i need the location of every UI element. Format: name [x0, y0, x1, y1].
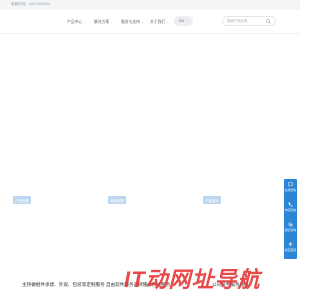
nav-item-label: 服务与支持: [121, 19, 140, 24]
nav-item-support[interactable]: 服务与支持 ⌄: [121, 19, 144, 25]
watermark-logo: IT动网址导航: [124, 267, 261, 292]
hotline-text: 客服热线：400-0000000: [11, 2, 51, 6]
chevron-down-icon: ⌄: [83, 20, 86, 24]
nav-item-label: 产品中心: [67, 19, 83, 24]
arrow-up-icon: [288, 242, 293, 247]
chat-icon: [288, 182, 293, 187]
rail-item-wechat[interactable]: 微信咨询: [284, 219, 297, 235]
rail-item-phone[interactable]: 电话咨询: [284, 199, 297, 215]
side-contact-rail: 在线咨询 电话咨询 微信咨询 返回顶部: [284, 179, 297, 259]
search-box[interactable]: [222, 16, 276, 26]
top-strip: 客服热线：400-0000000: [0, 0, 300, 10]
language-switch[interactable]: CN ⌄: [174, 16, 193, 26]
search-input[interactable]: [227, 19, 265, 23]
wechat-icon: [288, 222, 293, 227]
rail-item-label: 在线咨询: [284, 188, 297, 192]
card-description-left: 主持做继件承建、外观、包装等定制服务: [22, 282, 105, 287]
card-tag-products[interactable]: 产品查看: [13, 196, 31, 204]
search-icon[interactable]: [266, 19, 271, 24]
rail-item-label: 微信咨询: [284, 228, 297, 232]
nav-item-label: 关于我们: [150, 19, 166, 24]
chevron-down-icon: ⌄: [166, 20, 169, 24]
nav-item-solutions[interactable]: 解决方案 ⌄: [94, 19, 113, 25]
rail-item-online-chat[interactable]: 在线咨询: [284, 179, 297, 195]
nav-item-products[interactable]: 产品中心 ⌄: [67, 19, 86, 25]
rail-item-label: 电话咨询: [284, 208, 297, 212]
chevron-down-icon: ⌄: [140, 20, 144, 24]
language-label: CN: [178, 19, 184, 23]
rail-item-label: 返回顶部: [284, 248, 297, 252]
rail-item-back-to-top[interactable]: 返回顶部: [284, 239, 297, 255]
phone-icon: [288, 202, 293, 207]
nav-item-label: 解决方案: [94, 19, 110, 24]
card-tag-showcase[interactable]: 产品展示: [203, 196, 221, 204]
chevron-down-icon: ⌄: [185, 19, 189, 23]
card-tag-cases[interactable]: 案例查看: [108, 196, 126, 204]
chevron-down-icon: ⌄: [110, 20, 113, 24]
nav-item-about[interactable]: 关于我们 ⌄: [150, 19, 169, 25]
